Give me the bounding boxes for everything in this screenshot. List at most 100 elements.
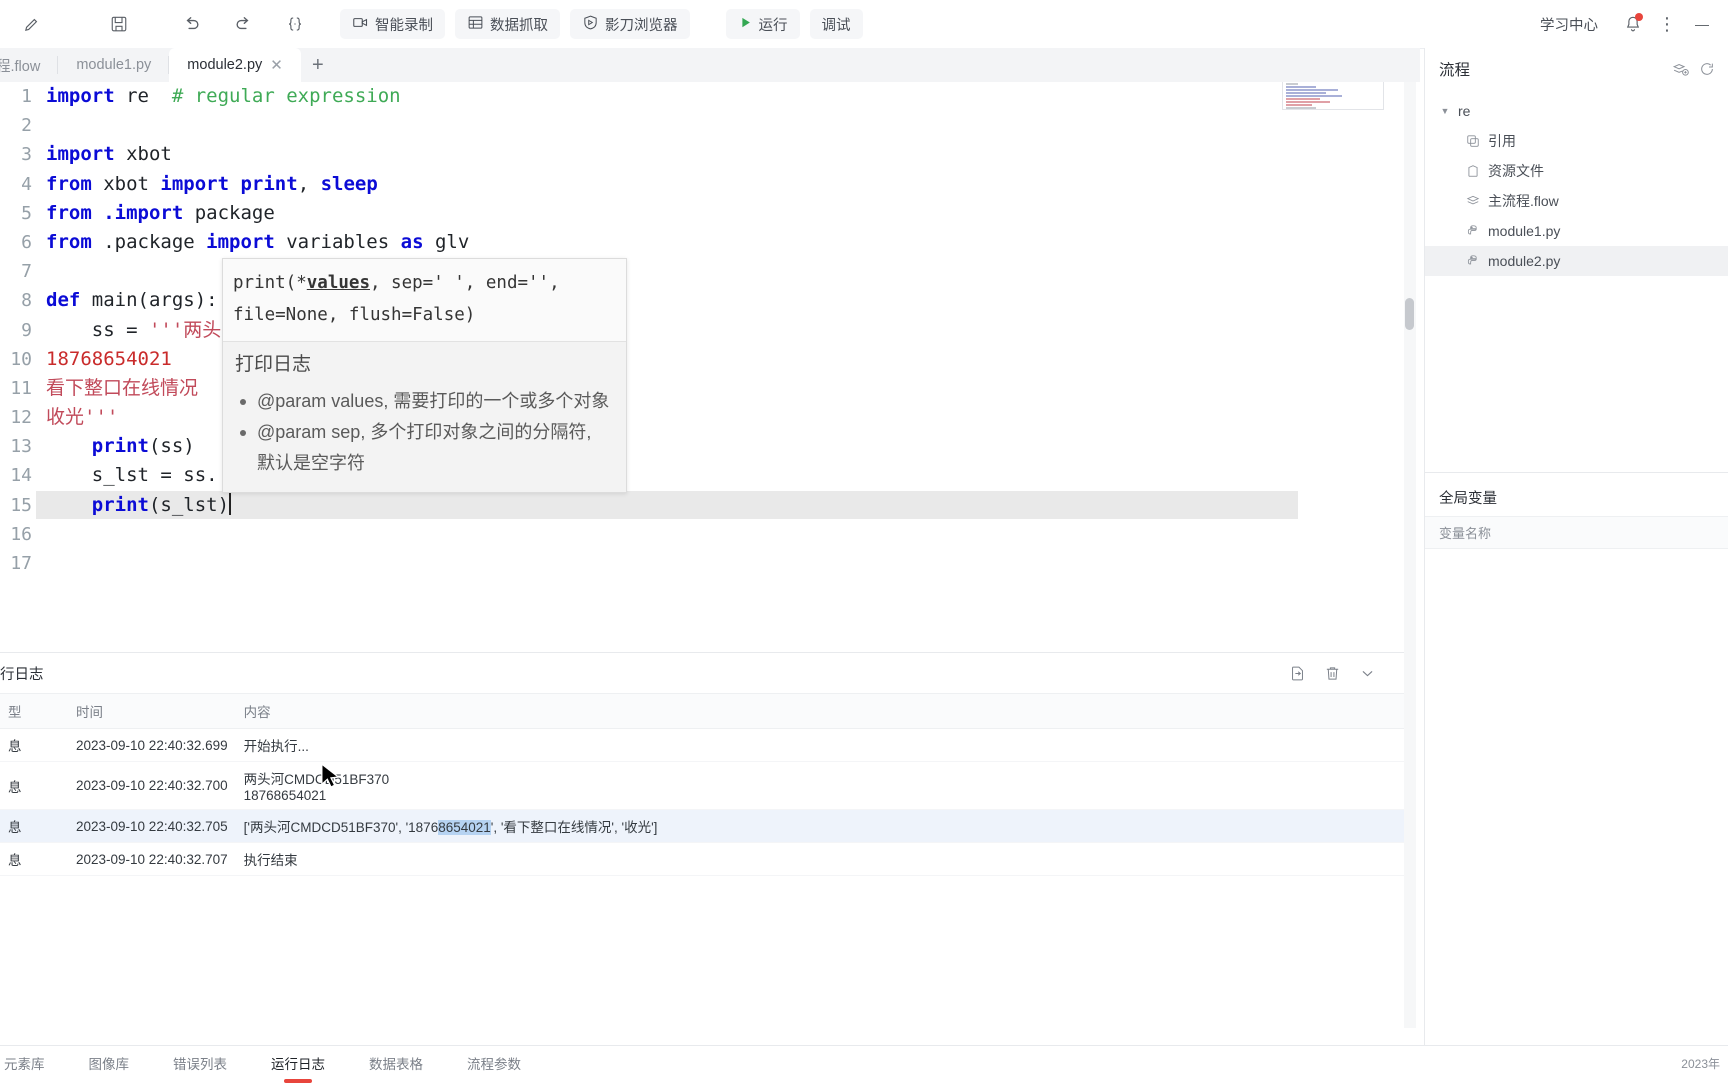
line-number: 6 [21,231,32,253]
learning-center-link[interactable]: 学习中心 [1526,14,1612,35]
code-editor[interactable]: 1 import re # regular expression 2 3 imp… [0,82,1400,646]
column-type[interactable]: 型 [0,693,68,729]
content-post: ', '看下整口在线情况', '收光'] [490,820,658,835]
shield-icon [582,14,599,35]
tooltip-param-list: @param values, 需要打印的一个或多个对象 @param sep, … [235,386,614,479]
log-type: 息 [0,809,68,843]
bottom-tab-bar: 元素库 图像库 错误列表 运行日志 数据表格 流程参数 2023年 [0,1045,1728,1080]
tree-node-main-flow[interactable]: 主流程.flow [1425,186,1728,216]
code-content[interactable]: 1 import re # regular expression 2 3 imp… [0,82,1400,578]
log-panel-actions [1289,665,1390,682]
tab-module2-label: module2.py [187,57,263,73]
tab-label: 运行日志 [271,1057,325,1072]
log-content-overflow: 18768654021 [243,788,327,803]
tree-node-resource-file[interactable]: 资源文件 [1425,156,1728,186]
content-pre: ['两头河CMDCD51BF37 [243,820,388,835]
save-icon[interactable] [102,9,136,39]
code-line: 15 print(s_lst) [0,491,1400,520]
undo-icon[interactable] [174,9,208,39]
tab-label: 流程参数 [467,1057,521,1072]
log-time: 2023-09-10 22:40:32.707 [68,842,236,876]
line-number: 14 [10,465,32,487]
bottom-tab-image-library[interactable]: 图像库 [67,1046,152,1080]
tab-label: 元素库 [4,1057,45,1072]
yingdao-browser-button[interactable]: 影刀浏览器 [570,9,690,39]
redo-icon[interactable] [226,9,260,39]
new-tab-button[interactable]: + [301,48,335,82]
tree-node-module2[interactable]: module2.py [1425,246,1728,276]
tooltip-signature: print(*values, sep=' ', end='', file=None… [223,259,626,342]
column-time[interactable]: 时间 [68,693,236,729]
log-content: ['两头河CMDCD51BF370', '18768654021', '看下整口… [235,809,1404,843]
bottom-tab-element-library[interactable]: 元素库 [0,1046,67,1080]
line-number: 10 [10,348,32,370]
tree-node-module1[interactable]: module1.py [1425,216,1728,246]
notification-bell-icon[interactable] [1616,9,1650,39]
app-window: 智能录制 数据抓取 影刀浏览器 运行 调试 学习中心 ⋮ — 程.flow mo… [0,0,1728,1080]
refresh-icon[interactable] [1699,61,1715,78]
tree-root-label: re [1458,103,1471,119]
log-table-body: 息 2023-09-10 22:40:32.699 开始执行... 息 2023… [0,728,1404,876]
table-row[interactable]: 息 2023-09-10 22:40:32.699 开始执行... [0,728,1404,762]
collapse-panel-icon[interactable] [1359,665,1376,682]
flow-tree: ▼ re 引用 资源文件 主流程.flow module1.py module2… [1425,90,1728,276]
code-line: 11 看下整口在线情况 [0,374,1400,403]
tab-module1[interactable]: module1.py [58,48,170,82]
line-text: from .import package [46,201,275,224]
format-code-icon[interactable] [278,9,312,39]
debug-label: 调试 [821,17,851,34]
column-content[interactable]: 内容 [235,693,1404,729]
data-capture-button[interactable]: 数据抓取 [455,9,560,39]
tree-node-root[interactable]: ▼ re [1425,96,1728,126]
tooltip-heading: 打印日志 [235,354,312,375]
run-log-panel: 行日志 型 时间 内容 息 2023-09-10 22:40:32.699 开始… [0,652,1404,1029]
log-panel-title: 行日志 [0,666,44,683]
code-line: 9 ss = '''两头 [0,316,1400,345]
code-line: 8 def main(args): [0,286,1400,315]
tree-label: 引用 [1488,133,1516,149]
minimize-button[interactable]: — [1684,9,1720,39]
code-line: 7 [0,257,1400,286]
log-table-head: 型 时间 内容 [0,693,1404,729]
tooltip-body: 打印日志 @param values, 需要打印的一个或多个对象 @param … [223,342,626,479]
close-icon[interactable]: ✕ [270,58,283,73]
editor-scrollbar-thumb[interactable] [1405,298,1414,330]
add-flow-icon[interactable] [1672,61,1689,78]
line-number: 5 [21,202,32,224]
code-line: 12 收光''' [0,403,1400,432]
line-number: 3 [21,144,32,166]
smart-record-button[interactable]: 智能录制 [340,9,445,39]
bottom-tab-run-log[interactable]: 运行日志 [249,1046,347,1080]
log-type: 息 [0,728,68,762]
bottom-tab-data-table[interactable]: 数据表格 [347,1046,445,1080]
line-number: 13 [10,436,32,458]
resource-file-icon [1465,163,1481,179]
tab-flow[interactable]: 程.flow [0,48,59,82]
code-line: 17 [0,549,1400,578]
table-row[interactable]: 息 2023-09-10 22:40:32.707 执行结束 [0,842,1404,876]
debug-button[interactable]: 调试 [809,9,863,39]
clear-log-icon[interactable] [1324,665,1341,682]
tab-label: 数据表格 [369,1057,423,1072]
tree-node-reference[interactable]: 引用 [1425,126,1728,156]
line-number: 2 [21,115,32,137]
flow-panel-actions [1672,61,1715,78]
tree-label: module2.py [1488,253,1561,269]
table-row[interactable]: 息 2023-09-10 22:40:32.705 ['两头河CMDCD51BF… [0,809,1404,843]
signature-part2: , sep=' ', end='', [369,273,560,293]
editor-scrollbar-track[interactable] [1404,82,1416,1028]
bottom-tab-flow-params[interactable]: 流程参数 [445,1046,543,1080]
table-row[interactable]: 息 2023-09-10 22:40:32.700 两头河CMDCD51BF37… [0,761,1404,810]
run-button[interactable]: 运行 [725,9,800,39]
export-log-icon[interactable] [1289,665,1306,682]
tab-module2[interactable]: module2.py ✕ [169,48,301,82]
content-mid: 0', '1876 [388,820,439,835]
tab-label: 错误列表 [173,1057,227,1072]
tooltip-param-values: @param values, 需要打印的一个或多个对象 [235,386,614,417]
edit-pencil-icon[interactable] [14,9,48,39]
bottom-tab-error-list[interactable]: 错误列表 [151,1046,249,1080]
text-caret [229,492,232,515]
chevron-down-icon[interactable]: ▼ [1439,106,1451,116]
tree-label: 资源文件 [1488,163,1544,179]
more-options-icon[interactable]: ⋮ [1654,9,1680,39]
